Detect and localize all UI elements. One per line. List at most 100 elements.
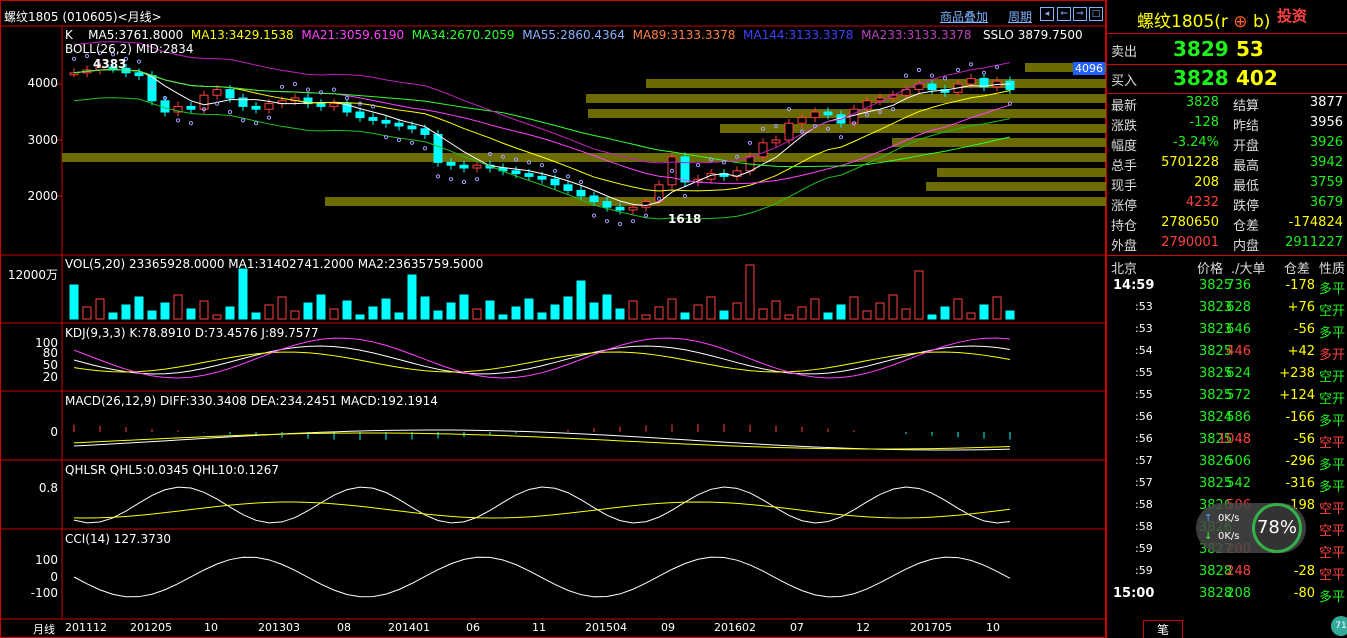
price-band — [325, 197, 1106, 206]
price-axis-3000: 3000 — [27, 133, 58, 147]
tick-row[interactable]: :59 3828 248 -28 空平 — [1111, 564, 1345, 586]
sar-dot — [695, 163, 701, 168]
right-arrow-icon[interactable]: ⇒ — [1073, 7, 1087, 21]
volume-bar — [602, 294, 612, 320]
tick-nature: 多开 — [1319, 348, 1346, 363]
tick-nature: 空开 — [1319, 370, 1346, 385]
stat-label-1: 现手 — [1111, 179, 1138, 194]
overlay-commodity-button[interactable]: 商品叠加 — [940, 8, 988, 25]
tick-row[interactable]: :53 3823 646 -56 多平 — [1111, 322, 1345, 344]
tick-row[interactable]: :57 3826 506 -296 多平 — [1111, 454, 1345, 476]
kdj-d-line — [73, 351, 1011, 373]
sar-dot — [227, 109, 233, 115]
tick-row[interactable]: :56 3824 586 -166 多平 — [1111, 410, 1345, 432]
buy-row[interactable]: 买入 3828 402 — [1111, 66, 1345, 92]
volume-bar — [225, 306, 235, 320]
stat-label-1: 外盘 — [1111, 239, 1138, 254]
sar-dot — [188, 121, 194, 126]
candle-body — [251, 105, 261, 110]
left-arrow-icon[interactable]: ⇐ — [1057, 7, 1071, 21]
candle-body — [212, 89, 222, 96]
tick-row[interactable]: :56 3825 1048 -56 空平 — [1111, 432, 1345, 454]
sell-row[interactable]: 卖出 3829 53 — [1111, 37, 1345, 63]
volume-bar — [134, 296, 144, 320]
volume-bar — [667, 298, 677, 320]
stat-row: 总手 5701228 最高 3942 — [1111, 155, 1345, 175]
sell-volume: 53 — [1236, 37, 1264, 61]
price-band — [937, 168, 1106, 177]
volume-bar — [966, 312, 976, 320]
tick-time: 14:59 — [1113, 278, 1155, 293]
brand-text: 投资 — [1277, 7, 1308, 25]
sar-dot — [461, 179, 467, 185]
tick-row[interactable]: :54 3825 446 +42 多开 — [1111, 344, 1345, 366]
volume-bar — [849, 296, 859, 320]
scroll-icon[interactable]: ◂ — [1040, 7, 1054, 21]
tick-row[interactable]: :55 3825 572 +124 空开 — [1111, 388, 1345, 410]
ma89-label: MA89:3133.3378 — [632, 28, 736, 42]
volume-bar — [550, 304, 560, 320]
sar-dot — [71, 56, 77, 61]
volume-bar — [927, 314, 937, 320]
window-icon[interactable]: □ — [1089, 7, 1103, 21]
sslo-label: SSLO 3879.7500 — [982, 28, 1083, 42]
tick-row[interactable]: 15:00 3828 208 -80 多平 — [1111, 586, 1345, 608]
time-axis-tick: 06 — [466, 621, 480, 634]
tick-oi: -28 — [1293, 564, 1315, 579]
candle-body — [615, 206, 625, 211]
chart-area[interactable]: 螺纹1805 (010605)<月线> 商品叠加 周期 ◂ ⇐ ⇒ □ K MA… — [0, 0, 1106, 638]
time-axis-tick: 201303 — [258, 621, 300, 634]
corner-badge-icon[interactable]: 71 — [1331, 616, 1347, 636]
memory-gauge[interactable]: 78% — [1252, 503, 1302, 553]
qhlsr-axis-08: 0.8 — [38, 481, 58, 495]
sar-dot — [643, 213, 649, 218]
tick-nature: 空开 — [1319, 304, 1346, 319]
volume-bar — [810, 298, 820, 320]
cci-indicator-line: CCI(14) 127.3730 — [65, 532, 171, 546]
sar-dot — [331, 87, 337, 92]
volume-bar — [641, 314, 651, 320]
sar-dot — [136, 59, 142, 64]
volume-bar — [706, 296, 716, 320]
tick-oi: +124 — [1279, 388, 1315, 403]
qhl5-line — [73, 486, 1011, 524]
volume-bar — [836, 304, 846, 320]
low-price-marker: 1618 — [668, 212, 702, 226]
volume-bar — [914, 270, 924, 320]
candle-body — [771, 139, 781, 144]
sar-dot — [214, 101, 220, 106]
tick-row[interactable]: :55 3825 624 +238 空开 — [1111, 366, 1345, 388]
sar-dot — [838, 135, 844, 140]
time-axis-tick: 10 — [204, 621, 218, 634]
stat-row: 外盘 2790001 内盘 2911227 — [1111, 235, 1345, 255]
candle-body — [264, 103, 274, 110]
tick-time: :58 — [1135, 520, 1153, 533]
tick-time: :55 — [1135, 388, 1153, 401]
time-axis-tick: 201602 — [714, 621, 756, 634]
tick-row[interactable]: :53 3823 628 +76 空开 — [1111, 300, 1345, 322]
candle-body — [784, 122, 794, 141]
volume-bar — [251, 312, 261, 320]
tick-row[interactable]: 14:59 3825 736 -178 多平 — [1111, 278, 1345, 300]
candle-body — [160, 100, 170, 113]
ma144-label: MA144:3133.3378 — [743, 28, 854, 42]
volume-bar — [589, 302, 599, 320]
price-band — [586, 94, 1106, 103]
high-price-marker: 4383 — [93, 57, 127, 71]
sar-dot — [578, 179, 584, 185]
stat-value-1: -128 — [1189, 115, 1219, 130]
sar-dot — [916, 67, 922, 73]
period-button[interactable]: 周期 — [1008, 8, 1032, 25]
candle-body — [576, 189, 586, 197]
tick-row[interactable]: :57 3825 542 -316 多平 — [1111, 476, 1345, 498]
candle-body — [446, 161, 456, 166]
stat-value-1: 2790001 — [1161, 235, 1219, 250]
sar-dot — [474, 177, 480, 182]
sar-dot — [318, 90, 324, 95]
candle-body — [472, 164, 482, 169]
tab-tick[interactable]: 笔 — [1143, 620, 1183, 638]
time-axis-tick: 201401 — [388, 621, 430, 634]
volume-bar — [433, 310, 443, 320]
macd-label: MACD(26,12,9) DIFF:330.3408 DEA:234.2451… — [65, 394, 438, 408]
tick-oi: -178 — [1285, 278, 1315, 293]
